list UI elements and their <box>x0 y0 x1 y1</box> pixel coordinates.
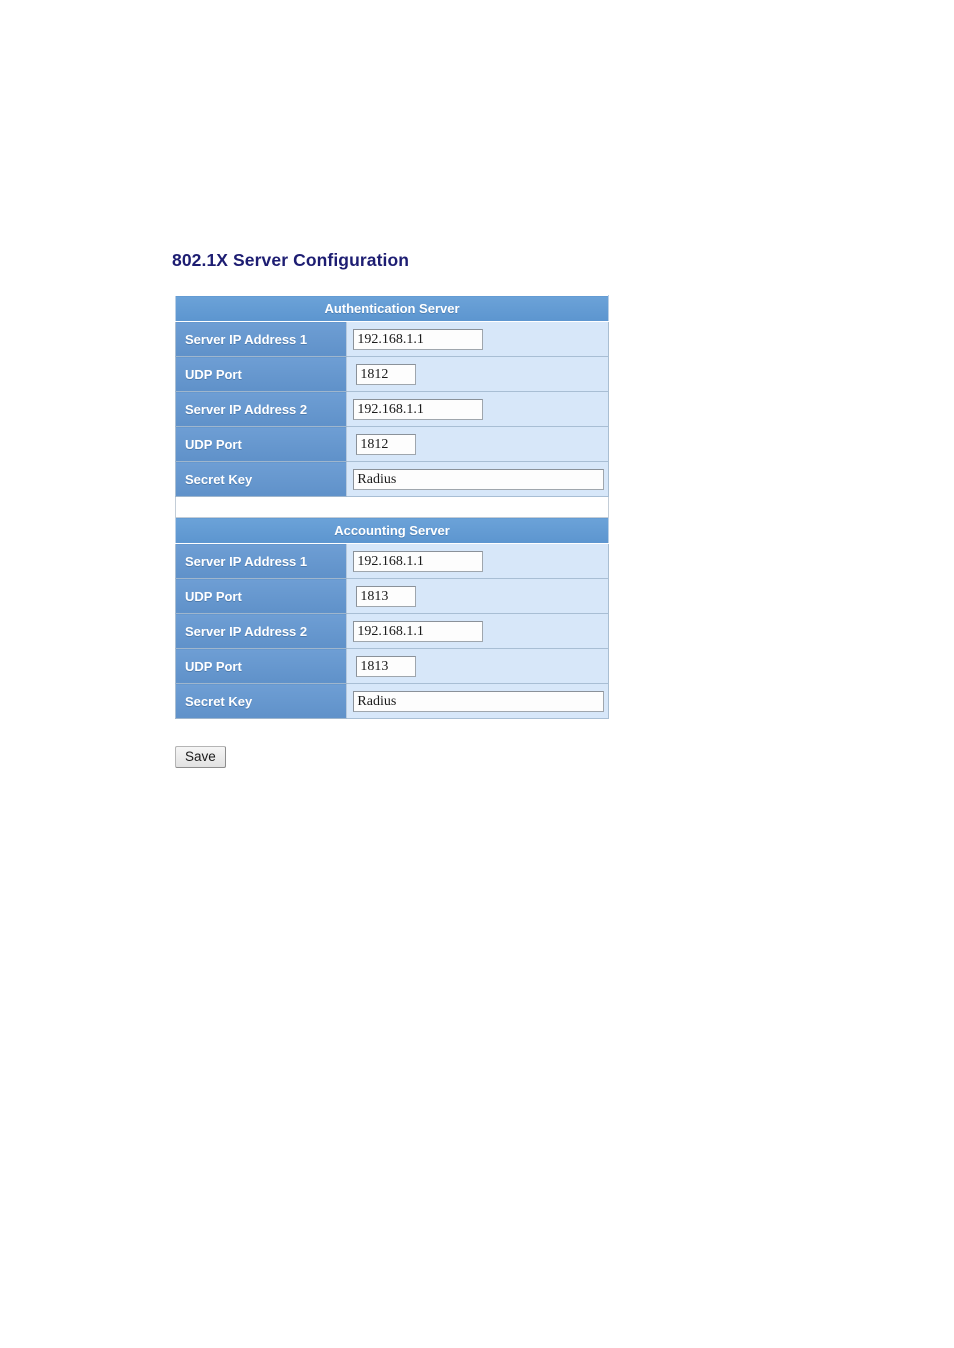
label-auth-server-ip-2: Server IP Address 2 <box>174 391 347 427</box>
label-auth-udp-port-1: UDP Port <box>174 356 347 392</box>
acct-udp-port-2-input[interactable] <box>356 655 417 677</box>
label-acct-server-ip-2: Server IP Address 2 <box>174 613 347 649</box>
save-button[interactable]: Save <box>175 746 226 768</box>
acct-secret-key-input[interactable] <box>353 690 605 712</box>
label-acct-udp-port-2: UDP Port <box>174 648 347 684</box>
value-cell-acct-secret-key <box>346 683 609 719</box>
value-cell-auth-server-ip-1 <box>346 321 609 357</box>
table-row: Secret Key <box>174 461 609 497</box>
table-row: Server IP Address 1 <box>174 543 609 579</box>
acct-udp-port-1-input[interactable] <box>356 585 417 607</box>
label-auth-udp-port-2: UDP Port <box>174 426 347 462</box>
label-acct-secret-key: Secret Key <box>174 683 347 719</box>
value-cell-acct-udp-port-1 <box>346 578 609 614</box>
table-row: Secret Key <box>174 683 609 719</box>
value-cell-auth-udp-port-1 <box>346 356 609 392</box>
acct-server-ip-1-input[interactable] <box>353 550 484 572</box>
value-cell-acct-server-ip-2 <box>346 613 609 649</box>
label-auth-secret-key: Secret Key <box>174 461 347 497</box>
page-title: 802.1X Server Configuration <box>172 250 410 270</box>
section-header-accounting: Accounting Server <box>175 517 609 544</box>
value-cell-auth-udp-port-2 <box>346 426 609 462</box>
section-header-row-accounting: Accounting Server <box>175 517 609 544</box>
server-configuration-table: Authentication Server Server IP Address … <box>174 295 609 719</box>
section-header-row-authentication: Authentication Server <box>175 295 609 322</box>
value-cell-auth-server-ip-2 <box>346 391 609 427</box>
section-header-authentication: Authentication Server <box>175 295 609 322</box>
section-spacer <box>175 496 609 518</box>
label-acct-server-ip-1: Server IP Address 1 <box>174 543 347 579</box>
table-row: Server IP Address 2 <box>174 613 609 649</box>
table-row: UDP Port <box>174 648 609 684</box>
table-row: UDP Port <box>174 578 609 614</box>
table-row: UDP Port <box>174 426 609 462</box>
page-root: 802.1X Server Configuration Authenticati… <box>0 0 954 1348</box>
table-row: Server IP Address 2 <box>174 391 609 427</box>
label-acct-udp-port-1: UDP Port <box>174 578 347 614</box>
label-auth-server-ip-1: Server IP Address 1 <box>174 321 347 357</box>
auth-secret-key-input[interactable] <box>353 468 605 490</box>
value-cell-auth-secret-key <box>346 461 609 497</box>
acct-server-ip-2-input[interactable] <box>353 620 484 642</box>
section-spacer-row <box>175 496 609 518</box>
auth-server-ip-1-input[interactable] <box>353 328 484 350</box>
table-row: Server IP Address 1 <box>174 321 609 357</box>
value-cell-acct-udp-port-2 <box>346 648 609 684</box>
auth-udp-port-2-input[interactable] <box>356 433 417 455</box>
auth-server-ip-2-input[interactable] <box>353 398 484 420</box>
value-cell-acct-server-ip-1 <box>346 543 609 579</box>
auth-udp-port-1-input[interactable] <box>356 363 417 385</box>
table-row: UDP Port <box>174 356 609 392</box>
